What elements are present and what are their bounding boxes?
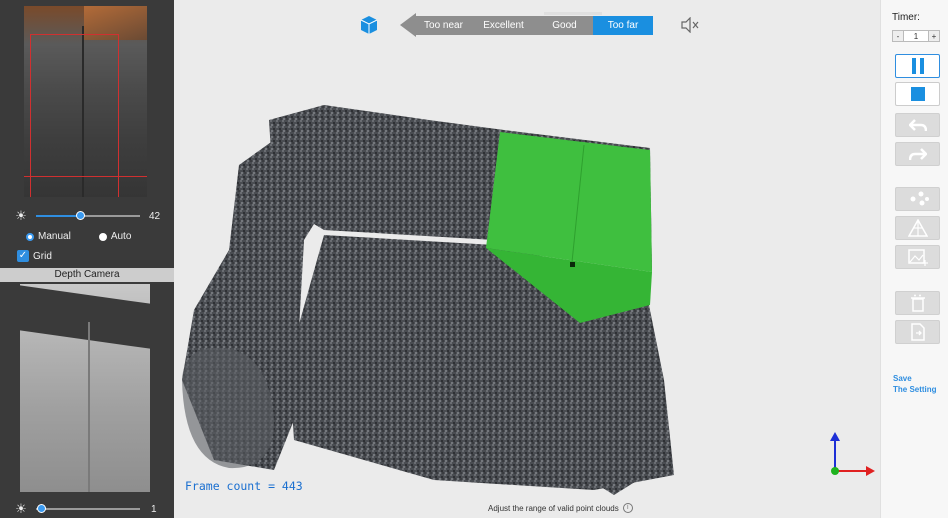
- depth-brightness-value: 1: [151, 504, 157, 515]
- pause-icon: [911, 58, 924, 74]
- save-setting-line2: The Setting: [893, 385, 937, 394]
- delete-icon: [910, 294, 925, 312]
- plane-marker: [570, 262, 575, 267]
- stop-icon: [910, 87, 925, 101]
- info-icon[interactable]: i: [622, 503, 633, 513]
- checkmark-icon: ✓: [17, 250, 29, 262]
- export-button[interactable]: [895, 320, 940, 344]
- cube-icon[interactable]: [360, 15, 378, 35]
- quality-too-near: Too near: [416, 15, 471, 35]
- timer-label: Timer:: [892, 12, 920, 23]
- grid-label: Grid: [33, 250, 52, 262]
- mute-icon[interactable]: [681, 17, 699, 33]
- delete-points-button[interactable]: [895, 291, 940, 315]
- right-toolbar: Timer: - 1 + Save The Setting: [880, 0, 948, 518]
- point-cloud-scene[interactable]: [174, 0, 880, 518]
- top-toolbar: Too near Excellent Good Too far: [360, 11, 699, 37]
- capture-frame-line: [24, 176, 147, 177]
- depth-brightness-row: ☀: [14, 502, 28, 516]
- timer-stepper: - 1 +: [892, 30, 940, 42]
- auto-label: Auto: [110, 231, 132, 242]
- timer-decrement-button[interactable]: -: [892, 30, 904, 42]
- cluster-button[interactable]: [895, 187, 940, 211]
- color-camera-preview: [24, 6, 147, 197]
- distance-quality-indicator: Too near Excellent Good Too far: [400, 11, 653, 37]
- cluster-icon: [910, 191, 929, 206]
- save-setting-line1: Save: [893, 374, 912, 383]
- radio-selected-icon: [26, 232, 34, 241]
- depth-camera-preview: [20, 284, 150, 492]
- pause-button[interactable]: [895, 54, 940, 78]
- export-icon: [910, 323, 925, 341]
- range-hint: Adjust the range of valid point clouds i: [488, 503, 633, 513]
- point-cloud-viewport[interactable]: Too near Excellent Good Too far Frame co…: [174, 0, 880, 518]
- depth-empty-region: [20, 284, 150, 352]
- slider-knob[interactable]: [76, 211, 85, 220]
- hint-text: Adjust the range of valid point clouds: [488, 503, 619, 513]
- sun-icon: ☀: [15, 501, 27, 516]
- depth-seam: [88, 322, 90, 492]
- auto-radio[interactable]: Auto: [98, 231, 132, 242]
- arrow-left-icon: [400, 13, 416, 37]
- slider-knob[interactable]: [37, 504, 46, 513]
- selection-plane-top[interactable]: [486, 132, 652, 272]
- color-brightness-slider[interactable]: [36, 211, 140, 221]
- timer-increment-button[interactable]: +: [928, 30, 940, 42]
- grid-checkbox[interactable]: ✓ Grid: [17, 250, 52, 262]
- z-axis-arrow: [830, 432, 840, 441]
- redo-icon: [908, 148, 927, 161]
- frame-count: Frame count = 443: [185, 479, 303, 493]
- quality-too-far: Too far: [593, 15, 653, 35]
- mesh-icon: [907, 219, 928, 237]
- manual-radio[interactable]: Manual: [26, 231, 71, 242]
- color-brightness-value: 42: [149, 211, 161, 222]
- depth-brightness-slider[interactable]: [36, 504, 140, 514]
- good-range-marker: [544, 11, 602, 15]
- capture-frame: [30, 34, 119, 197]
- color-brightness-row: ☀: [14, 209, 28, 223]
- texture-button[interactable]: [895, 245, 940, 269]
- quality-good: Good: [536, 15, 593, 35]
- stop-button[interactable]: [895, 82, 940, 106]
- x-axis-arrow: [866, 466, 875, 476]
- quality-excellent: Excellent: [471, 15, 536, 35]
- y-axis-dot: [831, 467, 839, 475]
- sun-icon: ☀: [15, 208, 27, 223]
- left-panel: ☀ 42 Manual Auto ✓ Grid Depth Camera ☀ 1: [0, 0, 174, 518]
- texture-icon: [907, 249, 928, 266]
- radio-unselected-icon: [98, 232, 107, 241]
- timer-value-input[interactable]: 1: [904, 30, 928, 42]
- exposure-mode-group: Manual Auto: [26, 231, 131, 242]
- undo-icon: [908, 119, 927, 132]
- axis-gizmo: [830, 432, 875, 476]
- save-setting-link[interactable]: Save The Setting: [893, 373, 937, 395]
- redo-button[interactable]: [895, 142, 940, 166]
- manual-label: Manual: [38, 231, 71, 242]
- mesh-button[interactable]: [895, 216, 940, 240]
- undo-button[interactable]: [895, 113, 940, 137]
- depth-camera-header: Depth Camera: [0, 268, 174, 282]
